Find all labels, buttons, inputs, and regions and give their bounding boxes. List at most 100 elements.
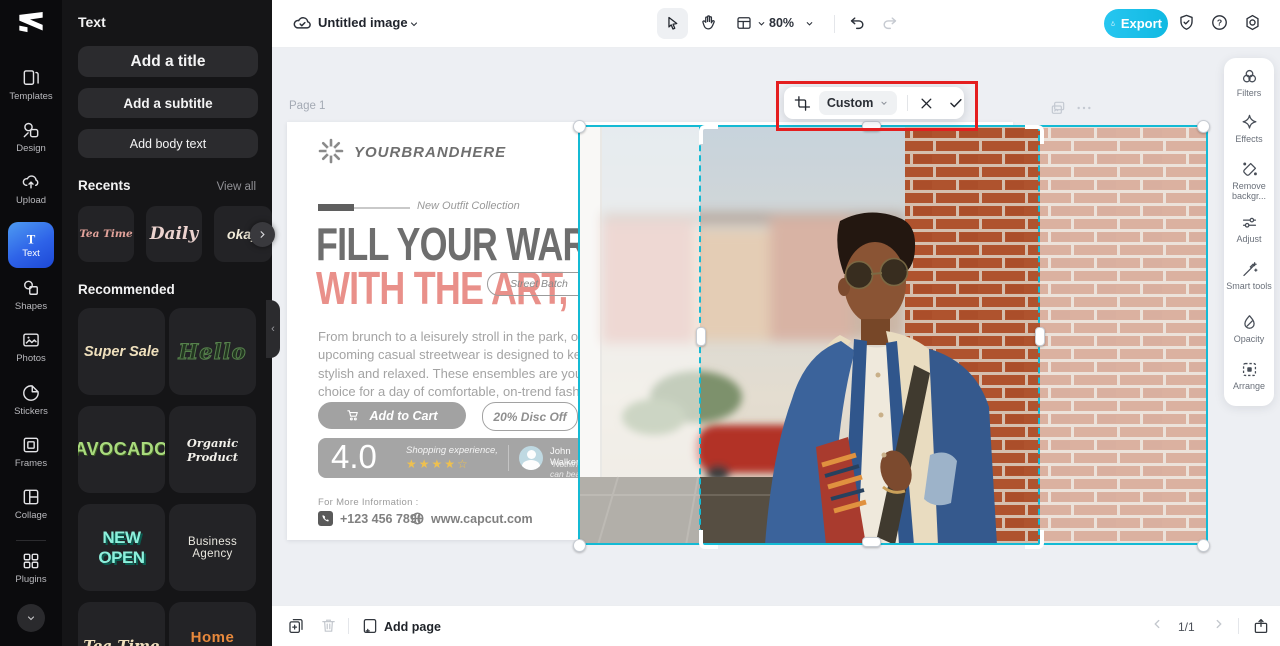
recommended-text-style[interactable]: NEW OPEN <box>78 504 165 591</box>
add-title-button[interactable]: Add a title <box>78 46 258 77</box>
sidebar-item-collage[interactable]: Collage <box>0 487 62 521</box>
tag-pill[interactable]: Street Batch <box>487 272 591 296</box>
tool-remove-background[interactable]: Remove backgr... <box>1224 160 1274 214</box>
sidebar-item-upload[interactable]: Upload <box>0 172 62 206</box>
tool-opacity[interactable]: Opacity <box>1224 313 1274 359</box>
recommended-text-style[interactable]: Business Agency <box>169 504 256 591</box>
selection-handle-top-right[interactable] <box>1197 120 1210 133</box>
confirm-crop-icon[interactable] <box>948 95 964 111</box>
crop-corner-bottom-right[interactable] <box>1025 530 1044 549</box>
recent-text-style[interactable]: Daily <box>146 206 202 262</box>
crop-icon[interactable] <box>794 95 811 112</box>
help-icon[interactable]: ? <box>1210 13 1229 32</box>
sidebar-item-label: Frames <box>14 458 48 469</box>
recommended-title: Recommended <box>78 282 175 297</box>
crop-ratio-dropdown[interactable]: Custom <box>818 91 898 115</box>
rail-divider <box>16 540 46 541</box>
sidebar-item-design[interactable]: Design <box>0 120 62 154</box>
add-page-icon[interactable] <box>361 617 379 635</box>
brand-name[interactable]: YOURBRANDHERE <box>354 144 506 161</box>
zoom-level[interactable]: 80% <box>769 16 794 30</box>
hand-tool-button[interactable] <box>699 13 718 32</box>
crop-corner-top-right[interactable] <box>1025 125 1044 144</box>
add-body-text-button[interactable]: Add body text <box>78 129 258 158</box>
sidebar-item-frames[interactable]: Frames <box>0 435 62 469</box>
export-button[interactable]: Export <box>1104 9 1168 38</box>
adjust-icon <box>1242 218 1256 228</box>
crop-corner-top-left[interactable] <box>699 125 718 144</box>
selection-handle-top-left[interactable] <box>573 120 586 133</box>
brand-logo-icon[interactable] <box>316 136 346 166</box>
recents-next-button[interactable] <box>250 222 275 247</box>
cancel-crop-icon[interactable] <box>919 96 934 111</box>
select-tool-button[interactable] <box>657 8 688 39</box>
discount-pill[interactable]: 20% Disc Off <box>482 402 578 431</box>
crop-edge-handle-top[interactable] <box>862 121 881 131</box>
capcut-logo-icon[interactable] <box>17 10 45 36</box>
previous-page-button[interactable] <box>1150 617 1164 631</box>
settings-gear-icon[interactable] <box>1243 13 1262 32</box>
add-subtitle-button[interactable]: Add a subtitle <box>78 88 258 118</box>
recommended-text-style[interactable]: Hello <box>169 308 256 395</box>
safety-shield-icon[interactable] <box>1177 13 1196 32</box>
add-page-button[interactable]: Add page <box>384 620 441 634</box>
resize-chevron-icon[interactable] <box>756 18 767 29</box>
recommended-text-style[interactable]: Super Sale <box>78 308 165 395</box>
delete-page-button[interactable] <box>320 617 337 634</box>
tool-adjust[interactable]: Adjust <box>1224 213 1274 259</box>
sidebar-item-label: Shapes <box>14 301 48 312</box>
smart-tools-icon <box>1242 261 1257 276</box>
view-all-link[interactable]: View all <box>217 181 256 193</box>
recommended-header: Recommended <box>78 282 256 297</box>
tool-smart-tools[interactable]: Smart tools <box>1224 260 1274 314</box>
sidebar-item-plugins[interactable]: Plugins <box>0 551 62 585</box>
sidebar-item-stickers[interactable]: Stickers <box>0 383 62 417</box>
sidebar-item-templates[interactable]: Templates <box>0 68 62 102</box>
crop-edge-handle-left[interactable] <box>696 327 706 346</box>
zoom-chevron-icon[interactable] <box>804 18 815 29</box>
footer-info-label[interactable]: For More Information : <box>318 497 419 508</box>
selection-handle-bottom-right[interactable] <box>1197 539 1210 552</box>
recent-text-style[interactable]: Tea Time <box>78 206 134 262</box>
redo-button[interactable] <box>880 13 899 32</box>
text-icon: T <box>27 232 36 246</box>
recommended-text-style[interactable]: Organic Product <box>169 406 256 493</box>
add-to-cart-button[interactable]: Add to Cart <box>318 402 466 429</box>
sidebar-item-label: Plugins <box>15 574 47 585</box>
recommended-text-style[interactable]: Tea Time <box>78 602 165 646</box>
selection-handle-bottom-left[interactable] <box>573 539 586 552</box>
export-page-button[interactable] <box>1252 617 1270 635</box>
top-toolbar: Untitled image 80% Export ? <box>272 0 1280 48</box>
crop-edge-handle-bottom[interactable] <box>862 537 881 547</box>
rating-divider <box>508 445 509 471</box>
upload-icon <box>22 175 39 189</box>
sidebar-item-label: Photos <box>16 353 46 364</box>
sidebar-item-shapes[interactable]: Shapes <box>0 278 62 312</box>
recommended-text-style[interactable]: Home Decor <box>169 602 256 646</box>
duplicate-page-button[interactable] <box>287 617 305 635</box>
sidebar-item-photos[interactable]: Photos <box>0 330 62 364</box>
footer-website[interactable]: www.capcut.com <box>431 512 533 526</box>
crop-corner-bottom-left[interactable] <box>699 530 718 549</box>
rail-collapse-button[interactable] <box>17 604 45 632</box>
project-menu-chevron-icon[interactable] <box>408 18 420 30</box>
eyebrow-text[interactable]: New Outfit Collection <box>417 200 520 212</box>
left-icon-rail: Templates Design Upload T Text Shapes Ph… <box>0 0 62 646</box>
sidebar-item-label: Collage <box>14 510 48 521</box>
cloud-saved-icon[interactable] <box>292 13 313 34</box>
svg-text:T: T <box>27 232 36 246</box>
tool-arrange[interactable]: Arrange <box>1224 360 1274 406</box>
sidebar-item-text-active[interactable]: T Text <box>8 222 54 268</box>
bottombar-divider <box>1238 618 1239 634</box>
crop-edge-handle-right[interactable] <box>1035 327 1045 346</box>
undo-button[interactable] <box>848 13 867 32</box>
recommended-text-style[interactable]: AVOCADO <box>78 406 165 493</box>
next-page-button[interactable] <box>1212 617 1226 631</box>
tool-filters[interactable]: Filters <box>1224 67 1274 113</box>
resize-canvas-button[interactable] <box>735 14 753 32</box>
panel-collapse-handle[interactable]: ‹ <box>266 300 280 358</box>
project-name[interactable]: Untitled image <box>318 15 408 30</box>
tool-effects[interactable]: Effects <box>1224 113 1274 159</box>
canvas-workspace[interactable]: Page 1 YOURBRANDHERE New Outfit Collecti… <box>272 47 1280 605</box>
rating-bar[interactable]: 4.0 Shopping experience, ★★★★☆ John Walk… <box>318 438 590 479</box>
